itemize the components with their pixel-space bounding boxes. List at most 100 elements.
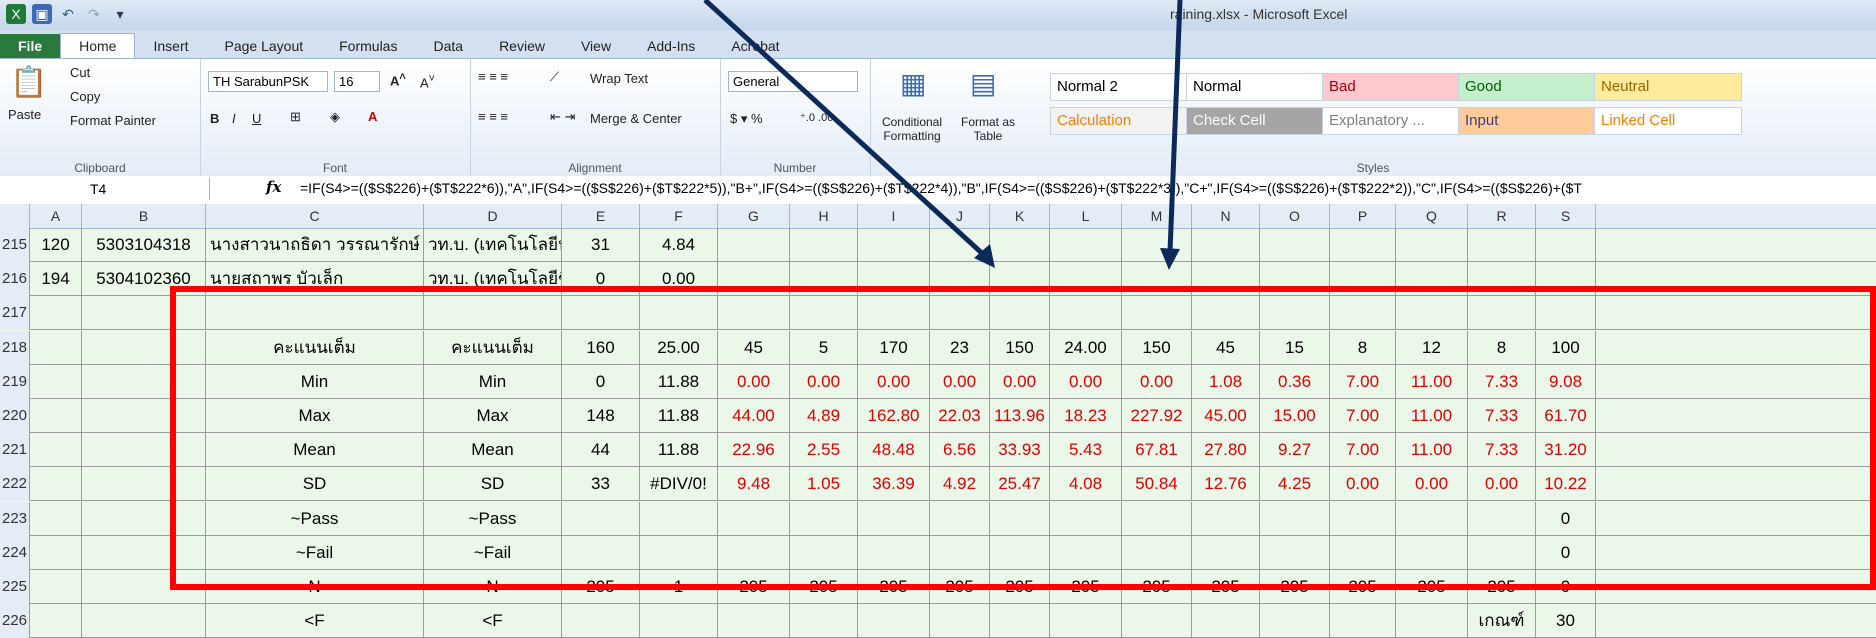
cell-j225[interactable]: 205 [930, 570, 990, 604]
tab-file[interactable]: File [0, 34, 61, 58]
cell-b223[interactable] [82, 501, 206, 536]
cell-o218[interactable]: 15 [1260, 330, 1330, 365]
cell-e216[interactable]: 0 [562, 262, 640, 297]
cell-n220[interactable]: 45.00 [1192, 399, 1260, 433]
cell-i215[interactable] [858, 228, 930, 262]
cell-r215[interactable] [1468, 228, 1536, 262]
column-header-p[interactable]: P [1330, 204, 1396, 228]
format-painter-button[interactable]: Format Painter [70, 113, 156, 128]
cell-style-bad[interactable]: Bad [1322, 73, 1470, 101]
cell-l216[interactable] [1050, 262, 1122, 297]
cell-n219[interactable]: 1.08 [1192, 364, 1260, 399]
cell-k225[interactable]: 205 [990, 570, 1050, 604]
cell-r224[interactable] [1468, 535, 1536, 570]
cell-g220[interactable]: 44.00 [718, 399, 790, 433]
cell-q226[interactable] [1396, 604, 1468, 638]
tab-insert[interactable]: Insert [135, 34, 206, 58]
save-icon[interactable]: ▣ [32, 4, 52, 24]
cell-l225[interactable]: 205 [1050, 570, 1122, 604]
cell-a218[interactable] [30, 330, 82, 365]
tab-view[interactable]: View [563, 34, 629, 58]
cell-k218[interactable]: 150 [990, 330, 1050, 365]
cell-j222[interactable]: 4.92 [930, 467, 990, 502]
cell-c224[interactable]: ~Fail [206, 535, 424, 570]
cell-r222[interactable]: 0.00 [1468, 467, 1536, 502]
cell-f222[interactable]: #DIV/0! [640, 467, 718, 502]
cell-i216[interactable] [858, 262, 930, 297]
paste-icon[interactable]: 📋 [10, 65, 47, 100]
cell-h224[interactable] [790, 535, 858, 570]
cell-l221[interactable]: 5.43 [1050, 433, 1122, 468]
undo-icon[interactable]: ↶ [58, 4, 78, 24]
cell-g226[interactable] [718, 604, 790, 638]
cell-f225[interactable]: 1 [640, 570, 718, 604]
cell-m222[interactable]: 50.84 [1122, 467, 1192, 502]
font-color-icon[interactable]: A [368, 109, 377, 124]
column-header-q[interactable]: Q [1396, 204, 1468, 228]
row-header[interactable]: 221 [0, 433, 30, 468]
cell-d224[interactable]: ~Fail [424, 535, 562, 570]
cell-q221[interactable]: 11.00 [1396, 433, 1468, 468]
cell-o222[interactable]: 4.25 [1260, 467, 1330, 502]
cell-i218[interactable]: 170 [858, 330, 930, 365]
column-header-l[interactable]: L [1050, 204, 1122, 228]
cell-s216[interactable] [1536, 262, 1596, 297]
cell-b220[interactable] [82, 399, 206, 433]
cell-g217[interactable] [718, 296, 790, 331]
cell-k220[interactable]: 113.96 [990, 399, 1050, 433]
cell-l219[interactable]: 0.00 [1050, 364, 1122, 399]
column-header-i[interactable]: I [858, 204, 930, 228]
row-header[interactable]: 222 [0, 467, 30, 502]
cell-g218[interactable]: 45 [718, 330, 790, 365]
cell-a215[interactable]: 120 [30, 228, 82, 262]
cell-r226[interactable]: เกณฑ์ [1468, 604, 1536, 638]
cell-l220[interactable]: 18.23 [1050, 399, 1122, 433]
cell-p223[interactable] [1330, 501, 1396, 536]
cell-m219[interactable]: 0.00 [1122, 364, 1192, 399]
cell-c222[interactable]: SD [206, 467, 424, 502]
cell-s223[interactable]: 0 [1536, 501, 1596, 536]
cell-o217[interactable] [1260, 296, 1330, 331]
bold-icon[interactable]: B [210, 111, 219, 126]
cell-s222[interactable]: 10.22 [1536, 467, 1596, 502]
cell-style-calculation[interactable]: Calculation [1050, 107, 1198, 135]
cell-e224[interactable] [562, 535, 640, 570]
cell-h216[interactable] [790, 262, 858, 297]
select-all-corner[interactable] [0, 204, 30, 228]
shrink-font-icon[interactable]: A˅ [420, 73, 435, 90]
cell-style-normal-2[interactable]: Normal 2 [1050, 73, 1198, 101]
column-header-k[interactable]: K [990, 204, 1050, 228]
tab-review[interactable]: Review [481, 34, 563, 58]
tab-formulas[interactable]: Formulas [321, 34, 415, 58]
cell-e215[interactable]: 31 [562, 228, 640, 262]
cell-j216[interactable] [930, 262, 990, 297]
column-header-h[interactable]: H [790, 204, 858, 228]
cell-d226[interactable]: <F [424, 604, 562, 638]
cell-style-explanatory[interactable]: Explanatory ... [1322, 107, 1470, 135]
conditional-formatting-button[interactable]: Conditional Formatting [872, 115, 952, 143]
grow-font-icon[interactable]: A˄ [390, 71, 406, 88]
cell-p215[interactable] [1330, 228, 1396, 262]
cell-g221[interactable]: 22.96 [718, 433, 790, 468]
cell-p221[interactable]: 7.00 [1330, 433, 1396, 468]
column-header-m[interactable]: M [1122, 204, 1192, 228]
cell-h215[interactable] [790, 228, 858, 262]
row-header[interactable]: 216 [0, 262, 30, 297]
cell-p226[interactable] [1330, 604, 1396, 638]
align-top-icon[interactable]: ≡ ≡ ≡ [478, 69, 508, 84]
cell-k215[interactable] [990, 228, 1050, 262]
cell-q219[interactable]: 11.00 [1396, 364, 1468, 399]
cut-button[interactable]: Cut [70, 65, 90, 80]
cell-a220[interactable] [30, 399, 82, 433]
cell-b226[interactable] [82, 604, 206, 638]
wrap-text-button[interactable]: Wrap Text [590, 71, 648, 86]
cell-d217[interactable] [424, 296, 562, 331]
cell-b222[interactable] [82, 467, 206, 502]
formula-input[interactable]: =IF(S4>=(($S$226)+($T$222*6)),"A",IF(S4>… [300, 180, 1582, 196]
cell-l224[interactable] [1050, 535, 1122, 570]
cell-o224[interactable] [1260, 535, 1330, 570]
cell-f226[interactable] [640, 604, 718, 638]
format-table-button[interactable]: Format as Table [958, 115, 1018, 143]
cell-n222[interactable]: 12.76 [1192, 467, 1260, 502]
cell-c216[interactable]: นายสถาพร บัวเล็ก [206, 262, 424, 297]
